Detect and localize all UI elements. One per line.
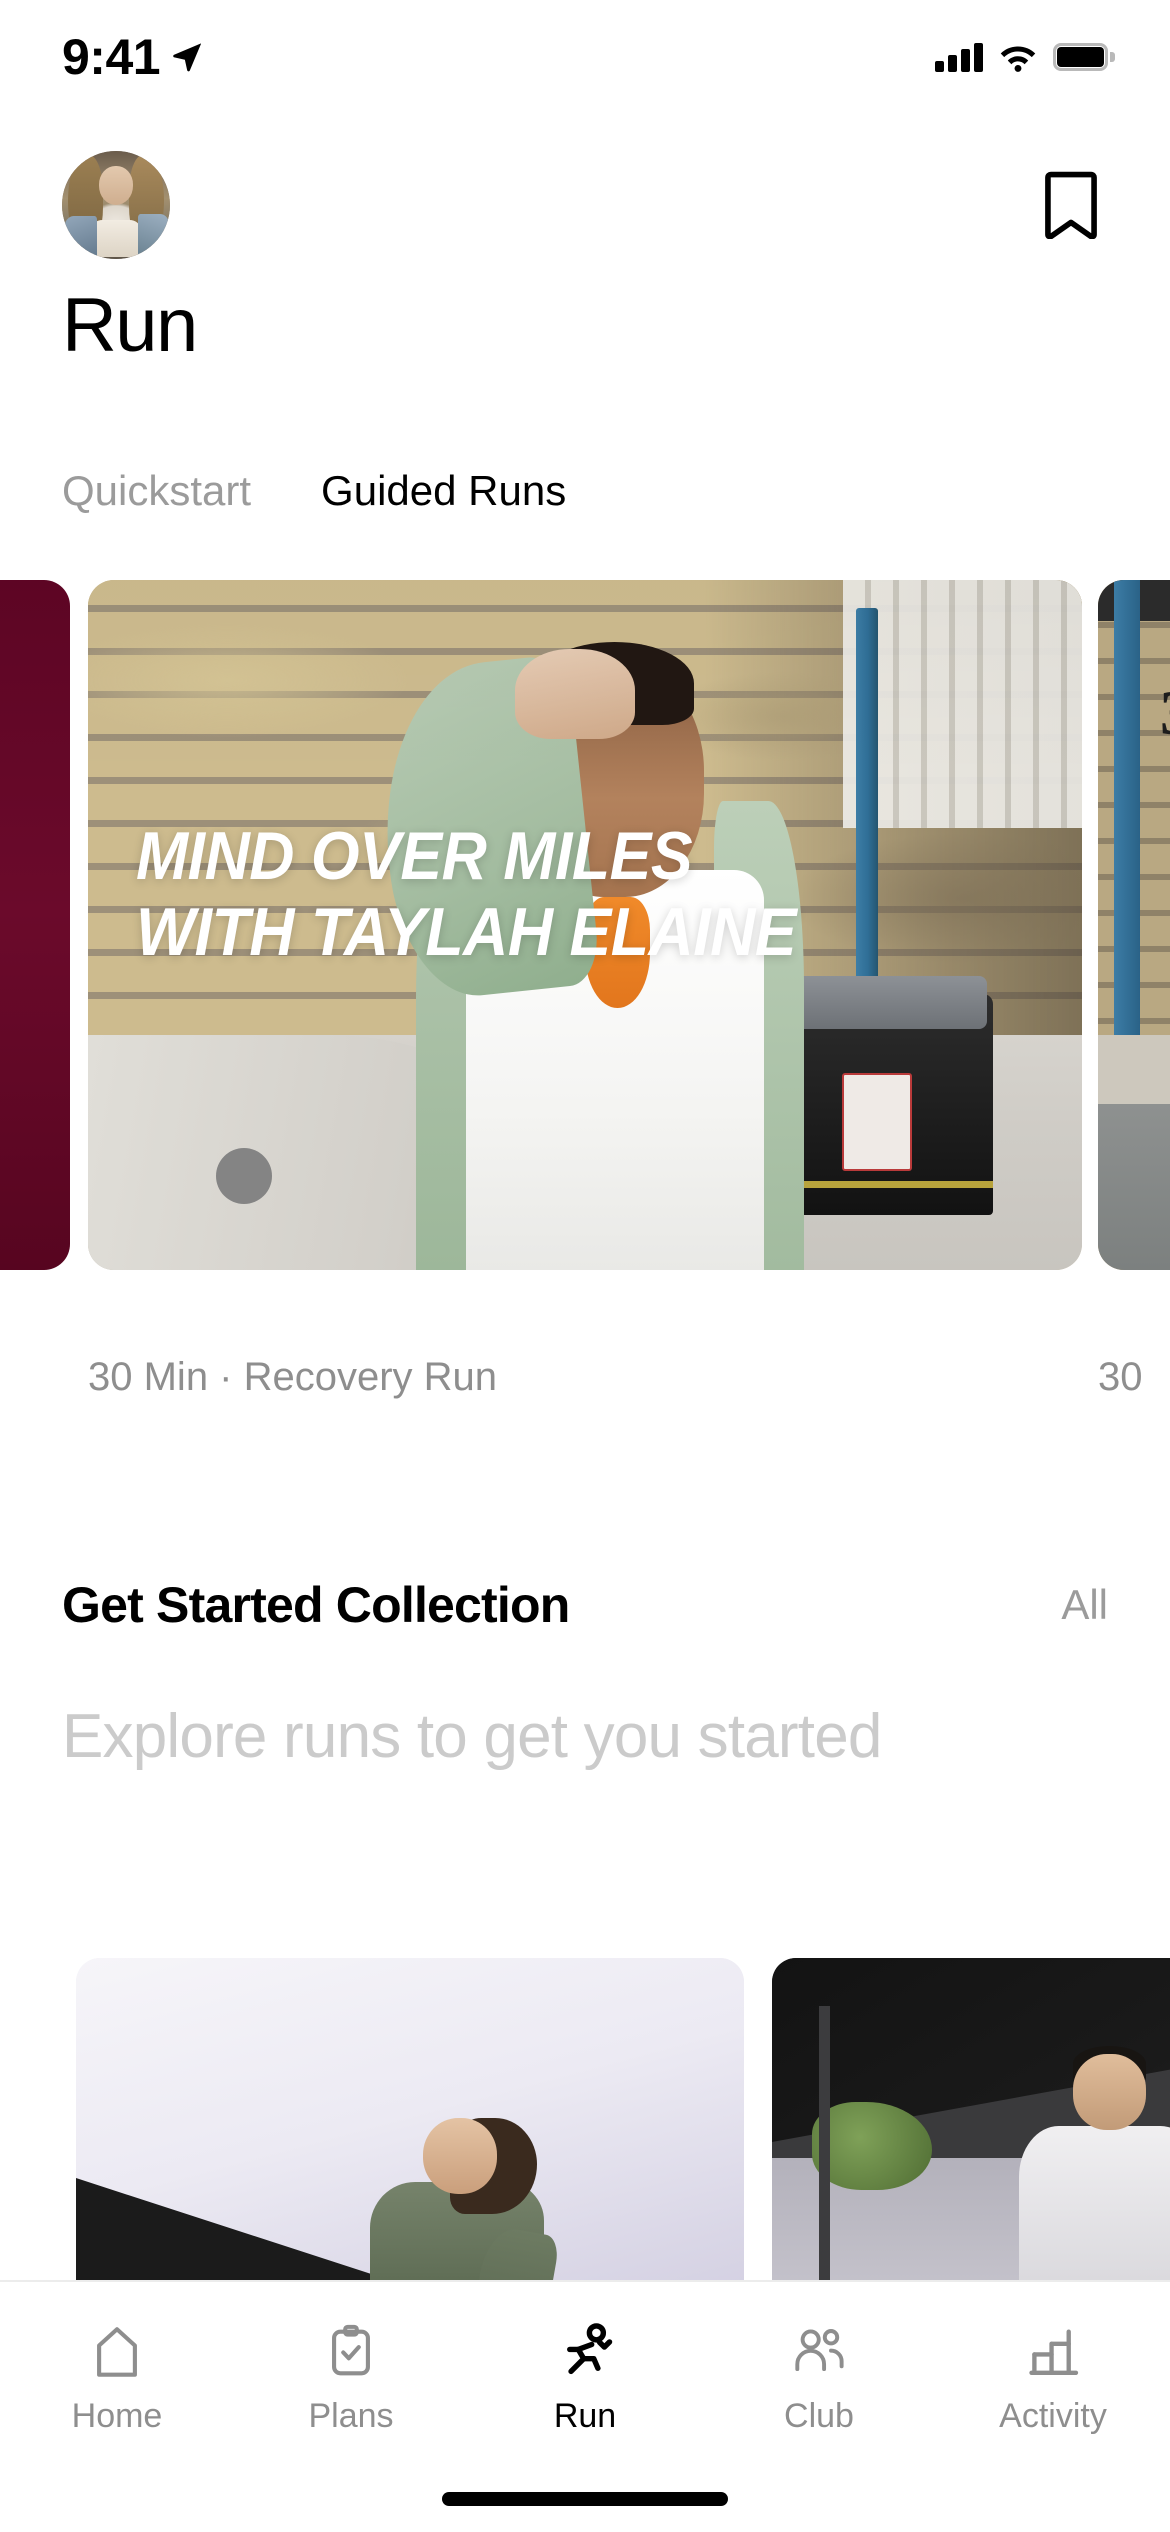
tab-plans[interactable]: Plans (234, 2282, 468, 2472)
segment-tabs: Quickstart Guided Runs (62, 470, 566, 512)
bookmark-icon (1045, 171, 1097, 239)
home-icon (86, 2321, 148, 2383)
tab-home[interactable]: Home (0, 2282, 234, 2472)
app-screen: 9:41 Run Quickstart Guided Runs MIND OVE… (0, 0, 1170, 2532)
battery-full-icon (1053, 42, 1115, 71)
card-title-line-1: MIND OVER MILES (136, 818, 693, 894)
bottom-tab-bar: Home Plans Run Club Activity (0, 2280, 1170, 2532)
page-title: Run (62, 283, 198, 368)
bookmark-button[interactable] (1034, 168, 1108, 242)
wifi-icon (1000, 46, 1036, 72)
cellular-bars-icon (935, 42, 983, 72)
collection-section-header: Get Started Collection All (0, 1580, 1170, 1630)
tab-run[interactable]: Run (468, 2282, 702, 2472)
see-all-link[interactable]: All (1061, 1584, 1108, 1626)
card-title: MIND OVER MILES WITH TAYLAH ELAINE (136, 818, 988, 970)
status-bar: 9:41 (0, 0, 1170, 95)
carousel-card-previous[interactable] (0, 580, 70, 1270)
wall-number: 3 (1160, 676, 1170, 750)
play-button[interactable] (216, 1148, 272, 1204)
tab-activity-label: Activity (999, 2397, 1107, 2435)
people-icon (788, 2321, 850, 2383)
next-card-meta: 30 (1098, 1355, 1143, 1399)
active-card-meta: 30 Min · Recovery Run (88, 1355, 498, 1399)
tab-guided-runs[interactable]: Guided Runs (321, 470, 566, 512)
top-navigation-bar (0, 150, 1170, 260)
section-subtitle: Explore runs to get you started (62, 1702, 882, 1771)
tab-activity[interactable]: Activity (936, 2282, 1170, 2472)
section-title: Get Started Collection (62, 1577, 570, 1633)
tab-home-label: Home (71, 2397, 163, 2435)
home-indicator[interactable] (442, 2492, 728, 2506)
card-title-line-2: WITH TAYLAH ELAINE (136, 894, 797, 971)
status-bar-right (935, 42, 1115, 72)
carousel-card-meta: 30 Min · Recovery Run 30 (0, 1355, 1170, 1415)
guided-runs-carousel[interactable]: MIND OVER MILES WITH TAYLAH ELAINE 3 (0, 580, 1170, 1290)
tab-quickstart[interactable]: Quickstart (62, 470, 251, 512)
clipboard-check-icon (320, 2321, 382, 2383)
status-bar-time: 9:41 (62, 28, 161, 85)
tab-club[interactable]: Club (702, 2282, 936, 2472)
avatar[interactable] (62, 151, 170, 259)
tab-run-label: Run (553, 2397, 617, 2435)
bar-chart-icon (1022, 2321, 1084, 2383)
status-bar-left: 9:41 (62, 32, 204, 82)
location-arrow-icon (173, 42, 202, 71)
runner-icon (554, 2321, 616, 2383)
carousel-card-next[interactable]: 3 (1098, 580, 1170, 1270)
tab-plans-label: Plans (308, 2397, 394, 2435)
tab-club-label: Club (784, 2397, 854, 2435)
